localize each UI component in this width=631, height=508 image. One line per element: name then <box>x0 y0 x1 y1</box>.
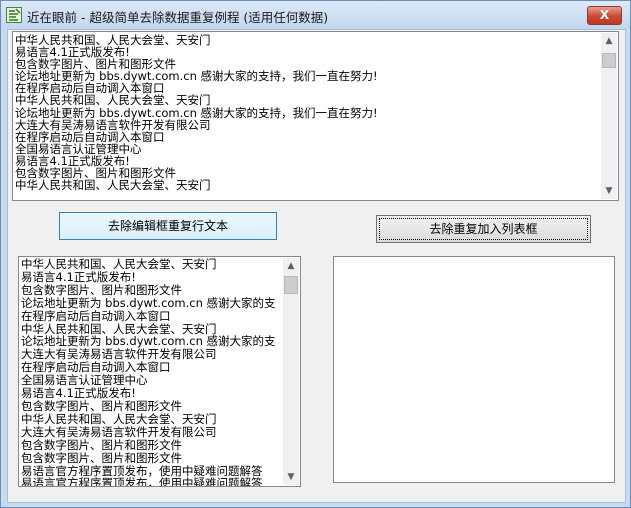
editbox-line: 大连大有吴涛易语言软件开发有限公司 <box>15 117 211 132</box>
source-text-editbox[interactable]: 中华人民共和国、人民大会堂、天安门 易语言4.1正式版发布! 包含数字图片、图片和图… <box>12 31 619 201</box>
list-item[interactable]: 易语言4.1正式版发布! <box>21 271 276 284</box>
remove-editbox-duplicates-button[interactable]: 去除编辑框重复行文本 <box>59 212 277 240</box>
remove-list-duplicates-button[interactable]: 去除重复加入列表框 <box>376 215 591 243</box>
scroll-up-icon[interactable]: ▲ <box>283 258 299 274</box>
scroll-thumb[interactable] <box>284 276 298 294</box>
result-listbox[interactable] <box>333 256 615 483</box>
source-text-lines: 中华人民共和国、人民大会堂、天安门 易语言4.1正式版发布! 包含数字图片、图片和图… <box>15 34 378 191</box>
list-item[interactable]: 中华人民共和国、人民大会堂、天安门 <box>21 412 276 426</box>
listbox-scrollbar[interactable]: ▲ ▼ <box>283 258 299 485</box>
list-item[interactable]: 中华人民共和国、人民大会堂、天安门 <box>21 258 276 271</box>
editbox-line: 中华人民共和国、人民大会堂、天安门 <box>15 178 211 193</box>
list-item[interactable]: 包含数字图片、图片和图形文件 <box>21 400 276 413</box>
listbox-items: 中华人民共和国、人民大会堂、天安门 易语言4.1正式版发布! 包含数字图片、图片和图… <box>21 258 276 486</box>
scroll-thumb[interactable] <box>602 53 616 68</box>
list-item[interactable]: 包含数字图片、图片和图形文件 <box>21 438 276 452</box>
title-bar[interactable]: 近在眼前 - 超级简单去除数据重复例程 (适用任何数据) X <box>1 1 630 29</box>
list-item[interactable]: 易语言官方程序置顶发布，使用中疑难问题解答 <box>21 477 276 486</box>
scroll-down-icon[interactable]: ▼ <box>283 469 299 485</box>
editbox-scrollbar[interactable]: ▲ ▼ <box>601 33 617 199</box>
list-item[interactable]: 在程序启动后自动调入本窗口 <box>21 309 276 323</box>
close-button[interactable]: X <box>587 6 622 25</box>
editbox-line: 论坛地址更新为 bbs.dywt.com.cn 感谢大家的支持，我们一直在努力! <box>15 105 378 120</box>
list-item[interactable]: 大连大有吴涛易语言软件开发有限公司 <box>21 425 276 439</box>
list-item[interactable]: 包含数字图片、图片和图形文件 <box>21 451 276 465</box>
scroll-down-icon[interactable]: ▼ <box>601 183 617 199</box>
list-item[interactable]: 论坛地址更新为 bbs.dywt.com.cn 感谢大家的支 <box>21 296 276 310</box>
editbox-line: 中华人民共和国、人民大会堂、天安门 <box>15 93 211 108</box>
app-icon <box>6 7 22 23</box>
list-item[interactable]: 包含数字图片、图片和图形文件 <box>21 283 276 297</box>
scroll-up-icon[interactable]: ▲ <box>601 33 617 49</box>
window-title: 近在眼前 - 超级简单去除数据重复例程 (适用任何数据) <box>27 10 329 25</box>
source-listbox[interactable]: 中华人民共和国、人民大会堂、天安门 易语言4.1正式版发布! 包含数字图片、图片和图… <box>18 256 301 487</box>
